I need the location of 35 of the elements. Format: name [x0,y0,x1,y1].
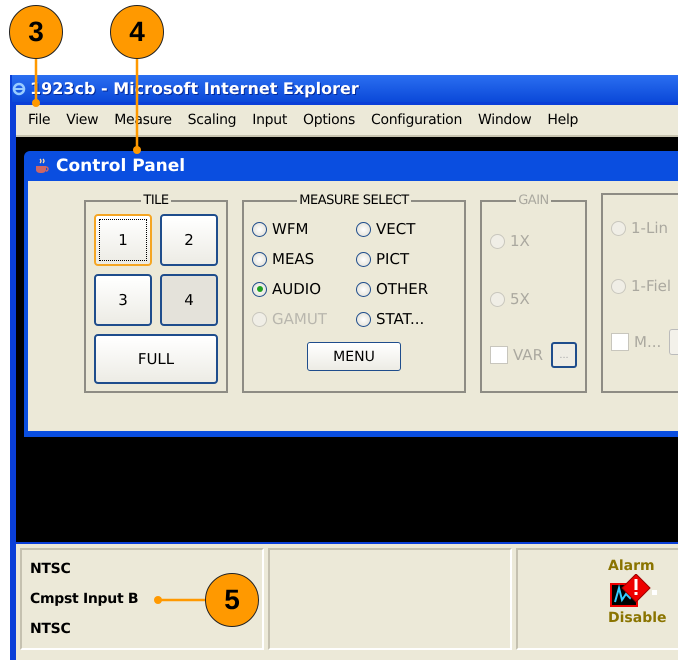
radio-option[interactable]: WFM [252,220,356,238]
full-button[interactable]: FULL [94,334,218,384]
menu-item[interactable]: Scaling [180,112,244,128]
callout-badge: 4 [110,5,164,59]
alarm-label: Alarm [608,558,655,574]
radio-option[interactable]: VECT [356,220,456,238]
tile-button[interactable]: 2 [160,214,218,266]
panel-title: Control Panel [56,156,186,176]
status-text: NTSC [30,561,70,577]
radio-option[interactable]: STAT... [356,310,456,328]
callout-badge: 3 [9,5,63,59]
alarm-state: Disable [608,610,667,626]
menu-button[interactable]: MENU [307,342,401,371]
group-title: MEASURE SELECT [298,193,410,208]
radio-option[interactable]: MEAS [252,250,356,268]
menu-item[interactable]: Help [539,112,586,128]
menu-item[interactable]: View [58,112,106,128]
alarm-icon[interactable] [610,574,658,610]
group-title: TILE [142,193,170,208]
leader-line [154,596,206,604]
tile-button[interactable]: 1 [94,214,152,266]
status-text: NTSC [30,621,70,637]
menu-item[interactable]: Configuration [362,112,470,128]
group-title: GAIN [517,193,550,208]
menu-item[interactable]: Window [470,112,540,128]
menu-item[interactable]: Options [295,112,363,128]
menu-item[interactable]: File [20,112,58,128]
browser-icon [12,82,26,96]
radio-option[interactable]: OTHER [356,280,456,298]
radio-option[interactable]: AUDIO [252,280,356,298]
tile-button[interactable]: 3 [94,274,152,326]
status-text: Cmpst Input B [30,591,138,607]
tile-button[interactable]: 4 [160,274,218,326]
menu-item[interactable]: Input [244,112,296,128]
radio-option[interactable]: PICT [356,250,456,268]
